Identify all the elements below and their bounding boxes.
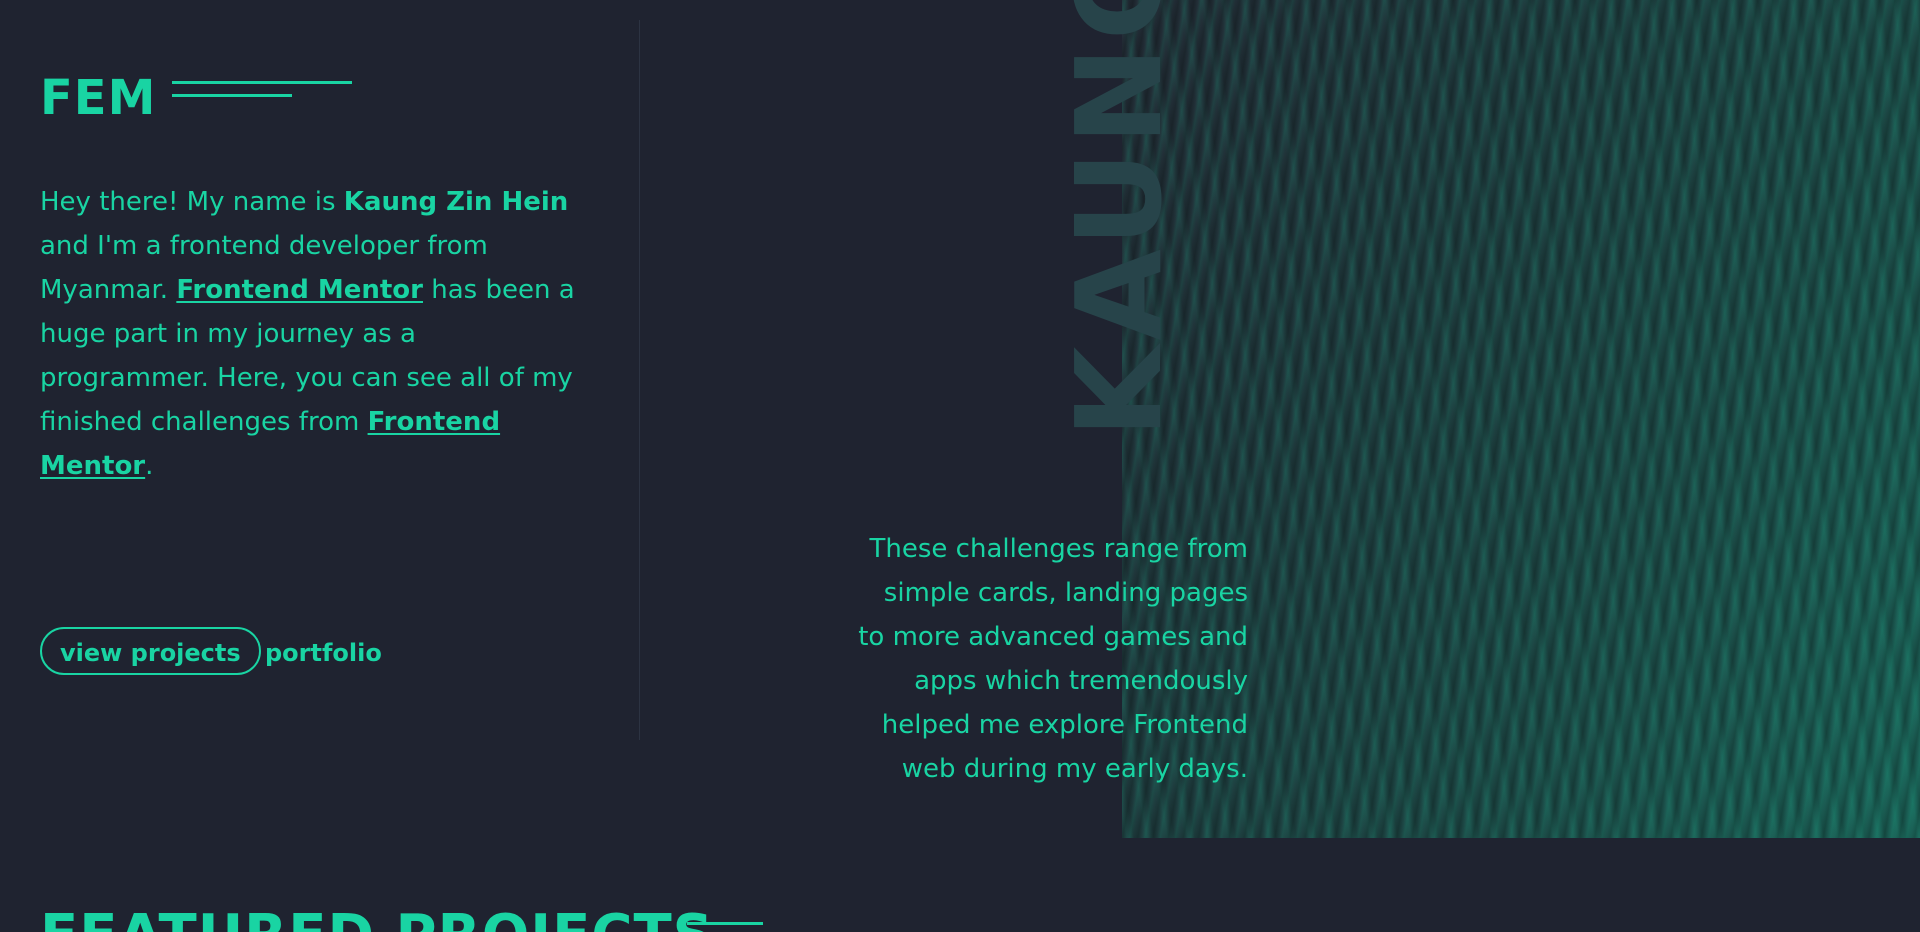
intro-paragraph: Hey there! My name is Kaung Zin Hein and… bbox=[40, 180, 580, 488]
challenges-description: These challenges range from simple cards… bbox=[858, 534, 1248, 784]
logo-decor-line bbox=[172, 81, 352, 84]
logo[interactable]: FEM bbox=[40, 68, 156, 128]
author-name: Kaung Zin Hein bbox=[343, 187, 569, 217]
featured-decor-line bbox=[687, 922, 763, 925]
featured-projects-heading: FEATURED PROJECTS bbox=[40, 906, 714, 932]
vertical-name: KAUNG bbox=[1050, 0, 1188, 438]
portfolio-link[interactable]: portfolio bbox=[265, 627, 382, 679]
logo-decor-line bbox=[172, 94, 292, 97]
frontend-mentor-link[interactable]: Frontend Mentor bbox=[176, 275, 423, 305]
intro-text: . bbox=[145, 451, 154, 481]
landing-page: KAUNG FEM Hey there! My name is Kaung Zi… bbox=[0, 0, 1920, 932]
intro-text: Hey there! My name is bbox=[40, 187, 344, 217]
vertical-divider bbox=[639, 20, 640, 740]
view-projects-button[interactable]: view projects bbox=[40, 627, 261, 675]
